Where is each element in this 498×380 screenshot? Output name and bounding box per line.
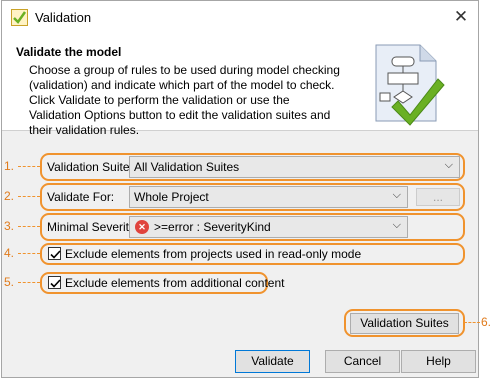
validate-for-value: Whole Project — [134, 190, 209, 204]
chevron-down-icon: ⌵ — [392, 189, 401, 201]
minimal-severity-label: Minimal Severity: — [47, 220, 139, 234]
minimal-severity-select[interactable]: ✕ >=error : SeverityKind ⌵ — [129, 216, 408, 238]
callout-number-2: 2. — [4, 189, 15, 203]
validation-suite-value: All Validation Suites — [134, 160, 240, 174]
exclude-readonly-checkbox[interactable] — [48, 247, 61, 260]
callout-number-5: 5. — [4, 275, 15, 289]
callout-number-1: 1. — [4, 159, 15, 173]
validation-app-icon — [11, 9, 28, 26]
chevron-down-icon: ⌵ — [392, 219, 401, 231]
callout-number-6: 6. — [481, 315, 492, 329]
cancel-button[interactable]: Cancel — [325, 350, 400, 373]
callout-leader-1 — [18, 166, 40, 167]
validation-diagram-icon — [358, 41, 448, 127]
exclude-readonly-label[interactable]: Exclude elements from projects used in r… — [65, 247, 361, 261]
header-title: Validate the model — [16, 45, 122, 59]
title-bar: Validation ✕ — [2, 1, 478, 34]
minimal-severity-value: >=error : SeverityKind — [154, 220, 271, 234]
browse-scope-button[interactable]: ... — [416, 188, 460, 206]
header-panel: Validate the model Choose a group of rul… — [2, 34, 478, 137]
callout-leader-3 — [18, 226, 40, 227]
validation-suite-select[interactable]: All Validation Suites ⌵ — [129, 156, 460, 178]
validation-suites-button[interactable]: Validation Suites — [350, 313, 459, 334]
chevron-down-icon: ⌵ — [444, 159, 453, 171]
validation-dialog: Validation ✕ Validate the model Choose a… — [1, 0, 479, 378]
validate-button[interactable]: Validate — [235, 350, 310, 373]
exclude-additional-checkbox[interactable] — [48, 276, 61, 289]
callout-number-3: 3. — [4, 219, 15, 233]
close-icon[interactable]: ✕ — [448, 5, 474, 29]
callout-leader-5 — [18, 282, 40, 283]
validation-suite-label: Validation Suite: — [47, 160, 133, 174]
exclude-additional-label[interactable]: Exclude elements from additional content — [65, 276, 284, 290]
help-button[interactable]: Help — [401, 350, 476, 373]
callout-number-4: 4. — [4, 246, 15, 260]
callout-leader-4 — [18, 253, 40, 254]
validate-for-label: Validate For: — [47, 190, 115, 204]
callout-leader-6 — [464, 322, 480, 323]
validate-for-select[interactable]: Whole Project ⌵ — [129, 186, 408, 208]
window-title: Validation — [35, 10, 92, 25]
header-description: Choose a group of rules to be used durin… — [29, 63, 340, 137]
error-icon: ✕ — [135, 220, 149, 234]
callout-leader-2 — [18, 196, 40, 197]
